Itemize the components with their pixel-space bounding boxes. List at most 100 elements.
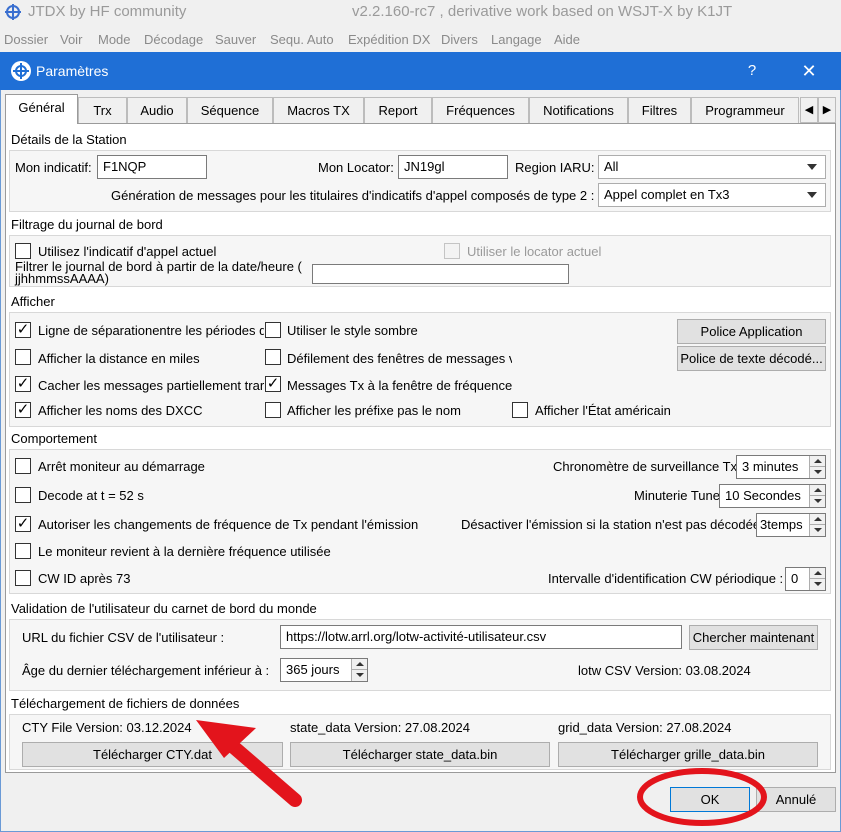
prefix-checkbox[interactable]: [265, 402, 281, 418]
spin-down-icon[interactable]: [809, 525, 825, 536]
tab-general[interactable]: Général: [5, 94, 78, 124]
watchdog-value: 3 minutes: [742, 459, 799, 474]
separator-checkbox[interactable]: ✓: [15, 322, 31, 338]
tab-audio[interactable]: Audio: [127, 97, 187, 123]
scroll-checkbox[interactable]: [265, 349, 281, 365]
spin-up-icon[interactable]: [809, 485, 825, 496]
filter-date-label: Filtrer le journal de bord à partir de l…: [15, 260, 302, 286]
tab-trx[interactable]: Trx: [78, 97, 127, 123]
locator-label: Mon Locator:: [318, 160, 394, 175]
app-version: v2.2.160-rc7 , derivative work based on …: [352, 3, 733, 20]
use-current-call-checkbox[interactable]: [15, 243, 31, 259]
jtdx-logo-icon: [5, 4, 21, 20]
help-button[interactable]: ?: [740, 60, 764, 82]
callsign-label: Mon indicatif:: [15, 160, 92, 175]
fetch-now-button[interactable]: Chercher maintenant: [689, 625, 818, 650]
callsign-input[interactable]: F1NQP: [97, 155, 207, 179]
decode-52-label: Decode at t = 52 s: [38, 488, 144, 503]
tune-value: 10 Secondes: [725, 488, 801, 503]
spin-up-icon[interactable]: [809, 568, 825, 579]
filter-date-label-line2: jjhhmmssAAAA): [15, 271, 109, 286]
tab-programmeur[interactable]: Programmeur: [691, 97, 799, 123]
spin-up-icon[interactable]: [809, 514, 825, 525]
filter-date-input[interactable]: [312, 264, 569, 284]
hide-partial-checkbox[interactable]: ✓: [15, 376, 31, 392]
watchdog-spinbox[interactable]: 3 minutes: [736, 455, 826, 479]
ok-button[interactable]: OK: [670, 787, 750, 812]
tab-macros-tx[interactable]: Macros TX: [273, 97, 364, 123]
download-state-button[interactable]: Télécharger state_data.bin: [290, 742, 550, 767]
dxcc-names-checkbox[interactable]: ✓: [15, 402, 31, 418]
menu-mode[interactable]: Mode: [98, 32, 131, 47]
tab-frequences[interactable]: Fréquences: [432, 97, 529, 123]
tune-spinbox[interactable]: 10 Secondes: [719, 484, 826, 508]
close-button[interactable]: ✕: [795, 58, 823, 84]
spin-up-icon[interactable]: [809, 456, 825, 467]
separator-label: Ligne de séparationentre les périodes d: [38, 323, 264, 338]
menu-decodage[interactable]: Décodage: [144, 32, 203, 47]
tab-scroll-left-icon[interactable]: ◀: [800, 97, 818, 123]
disable-label: Désactiver l'émission si la station n'es…: [461, 517, 761, 532]
tab-scroll-right-icon[interactable]: ▶: [818, 97, 836, 123]
logfilter-section-title: Filtrage du journal de bord: [11, 217, 163, 232]
tab-report[interactable]: Report: [364, 97, 432, 123]
tab-sequence[interactable]: Séquence: [187, 97, 273, 123]
cw-interval-spinbox[interactable]: 0: [785, 567, 826, 591]
datafiles-section-title: Téléchargement de fichiers de données: [11, 696, 240, 711]
decode-52-checkbox[interactable]: [15, 487, 31, 503]
use-current-locator-checkbox[interactable]: [444, 243, 460, 259]
spin-down-icon[interactable]: [351, 670, 367, 681]
font-app-button[interactable]: Police Application: [677, 319, 826, 344]
watchdog-label: Chronomètre de surveillance Tx: [553, 459, 738, 474]
menu-langage[interactable]: Langage: [491, 32, 542, 47]
spin-up-icon[interactable]: [351, 659, 367, 670]
type2-select[interactable]: Appel complet en Tx3: [598, 183, 826, 207]
cwid-label: CW ID après 73: [38, 571, 131, 586]
spin-down-icon[interactable]: [809, 467, 825, 478]
us-state-checkbox[interactable]: [512, 402, 528, 418]
spin-down-icon[interactable]: [809, 496, 825, 507]
menu-voir[interactable]: Voir: [60, 32, 82, 47]
allow-freq-checkbox[interactable]: ✓: [15, 516, 31, 532]
cty-version: CTY File Version: 03.12.2024: [22, 720, 192, 735]
lotw-age-spinbox[interactable]: 365 jours: [280, 658, 368, 682]
us-state-label: Afficher l'État américain: [535, 403, 671, 418]
lotw-url-input[interactable]: https://lotw.arrl.org/lotw-activité-util…: [280, 625, 682, 649]
app-title: JTDX by HF community: [28, 3, 187, 20]
type2-label: Génération de messages pour les titulair…: [111, 188, 595, 203]
menu-dossier[interactable]: Dossier: [4, 32, 48, 47]
menu-divers[interactable]: Divers: [441, 32, 478, 47]
spin-down-icon[interactable]: [809, 579, 825, 590]
locator-input[interactable]: JN19gl: [398, 155, 508, 179]
disable-value: 3temps: [760, 517, 803, 532]
display-section-title: Afficher: [11, 294, 55, 309]
font-decoded-button[interactable]: Police de texte décodé...: [677, 346, 826, 371]
cancel-button[interactable]: Annulé: [756, 787, 836, 812]
download-grid-button[interactable]: Télécharger grille_data.bin: [558, 742, 818, 767]
dark-style-checkbox[interactable]: [265, 322, 281, 338]
lotw-version: lotw CSV Version: 03.08.2024: [578, 663, 751, 678]
disable-spinbox[interactable]: 3temps: [756, 513, 826, 537]
monitor-return-checkbox[interactable]: [15, 543, 31, 559]
menu-sauver[interactable]: Sauver: [215, 32, 256, 47]
stop-monitor-checkbox[interactable]: [15, 458, 31, 474]
tx-messages-label: Messages Tx à la fenêtre de fréquence: [287, 378, 513, 393]
lotw-age-label: Âge du dernier téléchargement inférieur …: [22, 663, 270, 678]
download-cty-button[interactable]: Télécharger CTY.dat: [22, 742, 283, 767]
dialog-title-bar: [0, 52, 841, 90]
tune-label: Minuterie Tune: [634, 488, 720, 503]
tab-filtres[interactable]: Filtres: [628, 97, 691, 123]
menu-sequ-auto[interactable]: Sequ. Auto: [270, 32, 334, 47]
lotw-section-title: Validation de l'utilisateur du carnet de…: [11, 601, 317, 616]
tx-messages-checkbox[interactable]: ✓: [265, 376, 281, 392]
allow-freq-label: Autoriser les changements de fréquence d…: [38, 517, 419, 532]
dark-style-label: Utiliser le style sombre: [287, 323, 418, 338]
menu-aide[interactable]: Aide: [554, 32, 580, 47]
tab-notifications[interactable]: Notifications: [529, 97, 628, 123]
cwid-checkbox[interactable]: [15, 570, 31, 586]
station-section-title: Détails de la Station: [11, 132, 127, 147]
iaru-select[interactable]: All: [598, 155, 826, 179]
menu-expedition-dx[interactable]: Expédition DX: [348, 32, 430, 47]
cw-interval-label: Intervalle d'identification CW périodiqu…: [548, 571, 784, 586]
miles-checkbox[interactable]: [15, 349, 31, 365]
